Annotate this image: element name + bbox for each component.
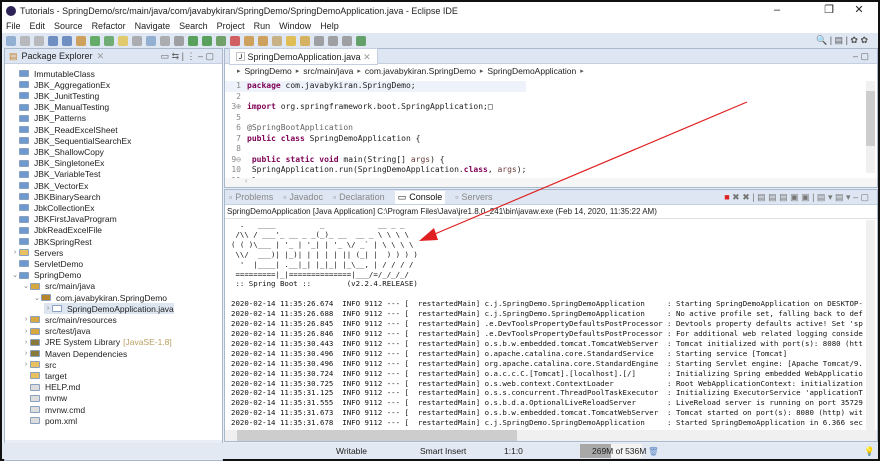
arrow-head (419, 228, 438, 241)
annotation-arrow (419, 101, 748, 241)
